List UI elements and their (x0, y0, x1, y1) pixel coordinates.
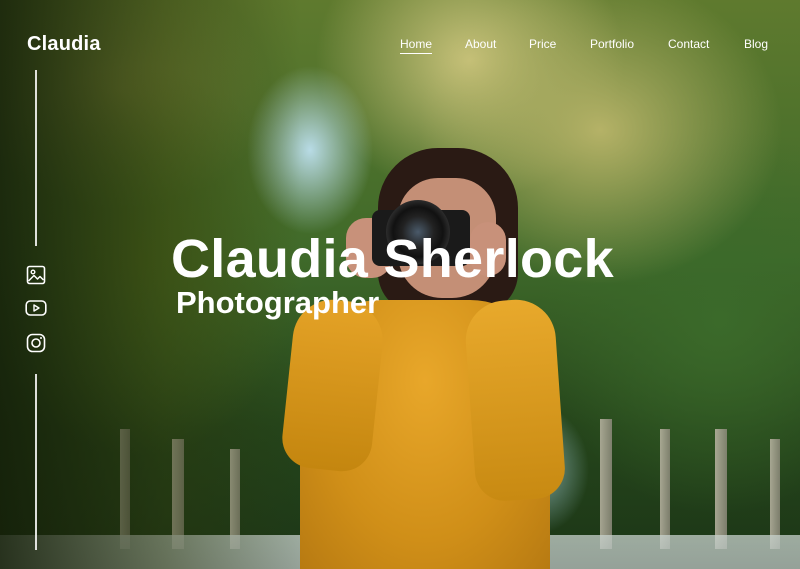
site-logo[interactable]: Claudia (27, 33, 101, 56)
image-icon (26, 265, 46, 285)
nav-home-link[interactable]: Home (400, 37, 433, 54)
nav-price-link[interactable]: Price (529, 37, 556, 51)
instagram-icon (26, 333, 46, 353)
nav-about-link[interactable]: About (465, 37, 496, 51)
instagram-link[interactable] (25, 332, 47, 354)
main-nav: Home About Price Portfolio Contact Blog (300, 37, 800, 57)
nav-contact-link[interactable]: Contact (668, 37, 709, 51)
hero-title: Claudia Sherlock (171, 229, 614, 289)
youtube-icon (25, 300, 47, 316)
rail-divider-bottom (35, 374, 37, 550)
rail-divider-top (35, 70, 37, 246)
youtube-link[interactable] (25, 297, 47, 319)
gallery-link[interactable] (25, 264, 47, 286)
hero-subtitle: Photographer (176, 285, 380, 320)
nav-blog-link[interactable]: Blog (744, 37, 768, 51)
nav-portfolio-link[interactable]: Portfolio (590, 37, 634, 51)
